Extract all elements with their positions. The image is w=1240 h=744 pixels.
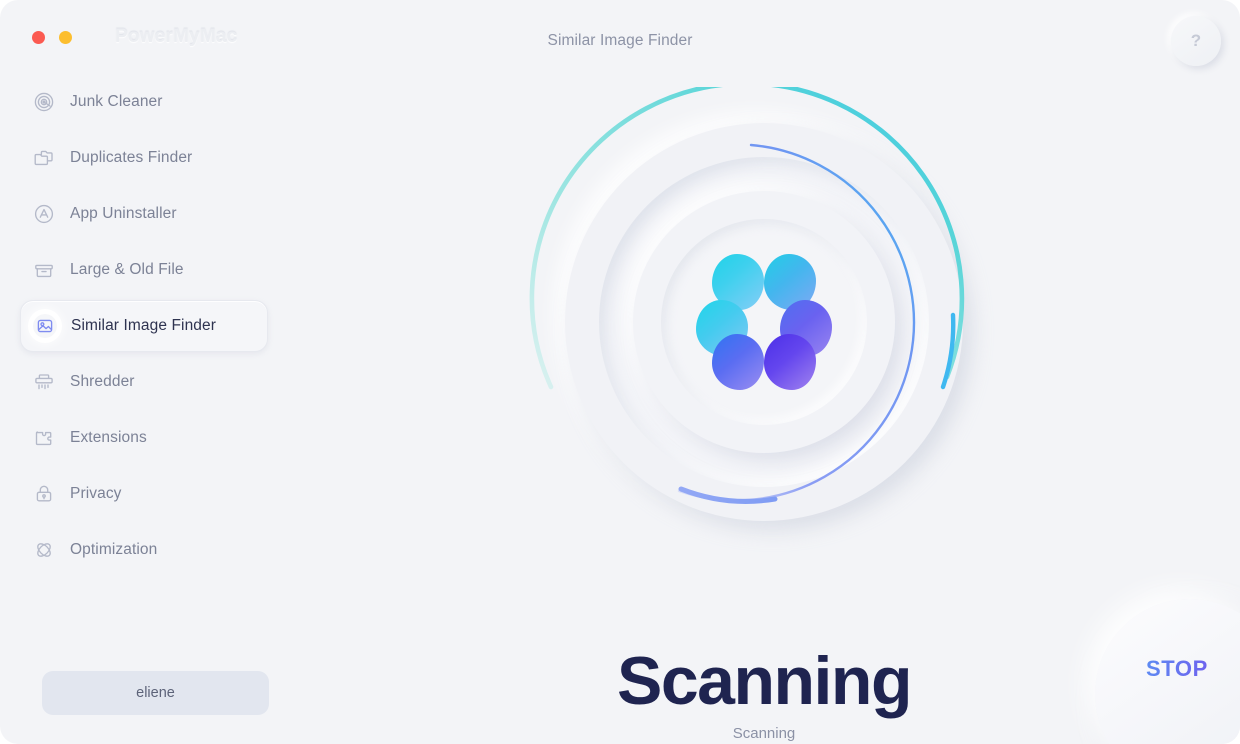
puzzle-piece-icon	[32, 426, 56, 450]
sidebar-item-privacy[interactable]: Privacy	[20, 468, 268, 520]
sidebar-item-label: Junk Cleaner	[70, 93, 163, 110]
stop-button[interactable]: STOP	[1095, 599, 1240, 744]
shredder-icon	[32, 370, 56, 394]
sidebar-item-label: Shredder	[70, 373, 135, 390]
app-circle-icon	[32, 202, 56, 226]
sidebar-item-large-old-file[interactable]: Large & Old File	[20, 244, 268, 296]
sidebar-item-duplicates-finder[interactable]: Duplicates Finder	[20, 132, 268, 184]
sidebar-nav: Junk Cleaner Duplicates Finder App Unins…	[0, 76, 288, 580]
petal-bottom-right	[764, 334, 816, 390]
help-button[interactable]: ?	[1171, 16, 1221, 66]
user-name-label: eliene	[136, 685, 175, 701]
app-window: PowerMyMac Similar Image Finder ? Junk C…	[0, 0, 1240, 744]
sidebar-item-extensions[interactable]: Extensions	[20, 412, 268, 464]
sidebar-item-similar-image-finder[interactable]: Similar Image Finder	[20, 300, 268, 352]
sidebar-item-label: Extensions	[70, 429, 147, 446]
archive-box-icon	[32, 258, 56, 282]
petal-bottom-left	[712, 334, 764, 390]
scan-status-detail: Scanning	[732, 725, 796, 742]
sidebar-item-label: Privacy	[70, 485, 122, 502]
stop-button-label: STOP	[1146, 656, 1208, 681]
sidebar-item-label: App Uninstaller	[70, 205, 177, 222]
main-content: Scanning Scanning STOP	[288, 76, 1240, 744]
copy-folder-icon	[32, 146, 56, 170]
sidebar-item-label: Optimization	[70, 541, 158, 558]
outer-progress-arc-highlight	[940, 312, 956, 390]
sidebar-item-optimization[interactable]: Optimization	[20, 524, 268, 576]
photo-stack-icon	[33, 314, 57, 338]
sidebar-item-app-uninstaller[interactable]: App Uninstaller	[20, 188, 268, 240]
title-bar: PowerMyMac Similar Image Finder ?	[0, 0, 1240, 76]
atom-icon	[32, 538, 56, 562]
sidebar-item-label: Large & Old File	[70, 261, 184, 278]
lock-icon	[32, 482, 56, 506]
sidebar-item-label: Similar Image Finder	[71, 317, 216, 334]
page-title: Similar Image Finder	[547, 32, 693, 49]
sidebar: Junk Cleaner Duplicates Finder App Unins…	[0, 76, 288, 744]
sidebar-item-junk-cleaner[interactable]: Junk Cleaner	[20, 76, 268, 128]
sidebar-item-shredder[interactable]: Shredder	[20, 356, 268, 408]
scanner-animation	[529, 87, 999, 557]
scanner-flower-icon	[696, 254, 832, 390]
sidebar-item-label: Duplicates Finder	[70, 149, 193, 166]
inner-progress-arc-highlight	[678, 486, 778, 504]
question-mark-icon: ?	[1190, 31, 1202, 50]
user-account-button[interactable]: eliene	[42, 671, 269, 715]
radar-icon	[32, 90, 56, 114]
